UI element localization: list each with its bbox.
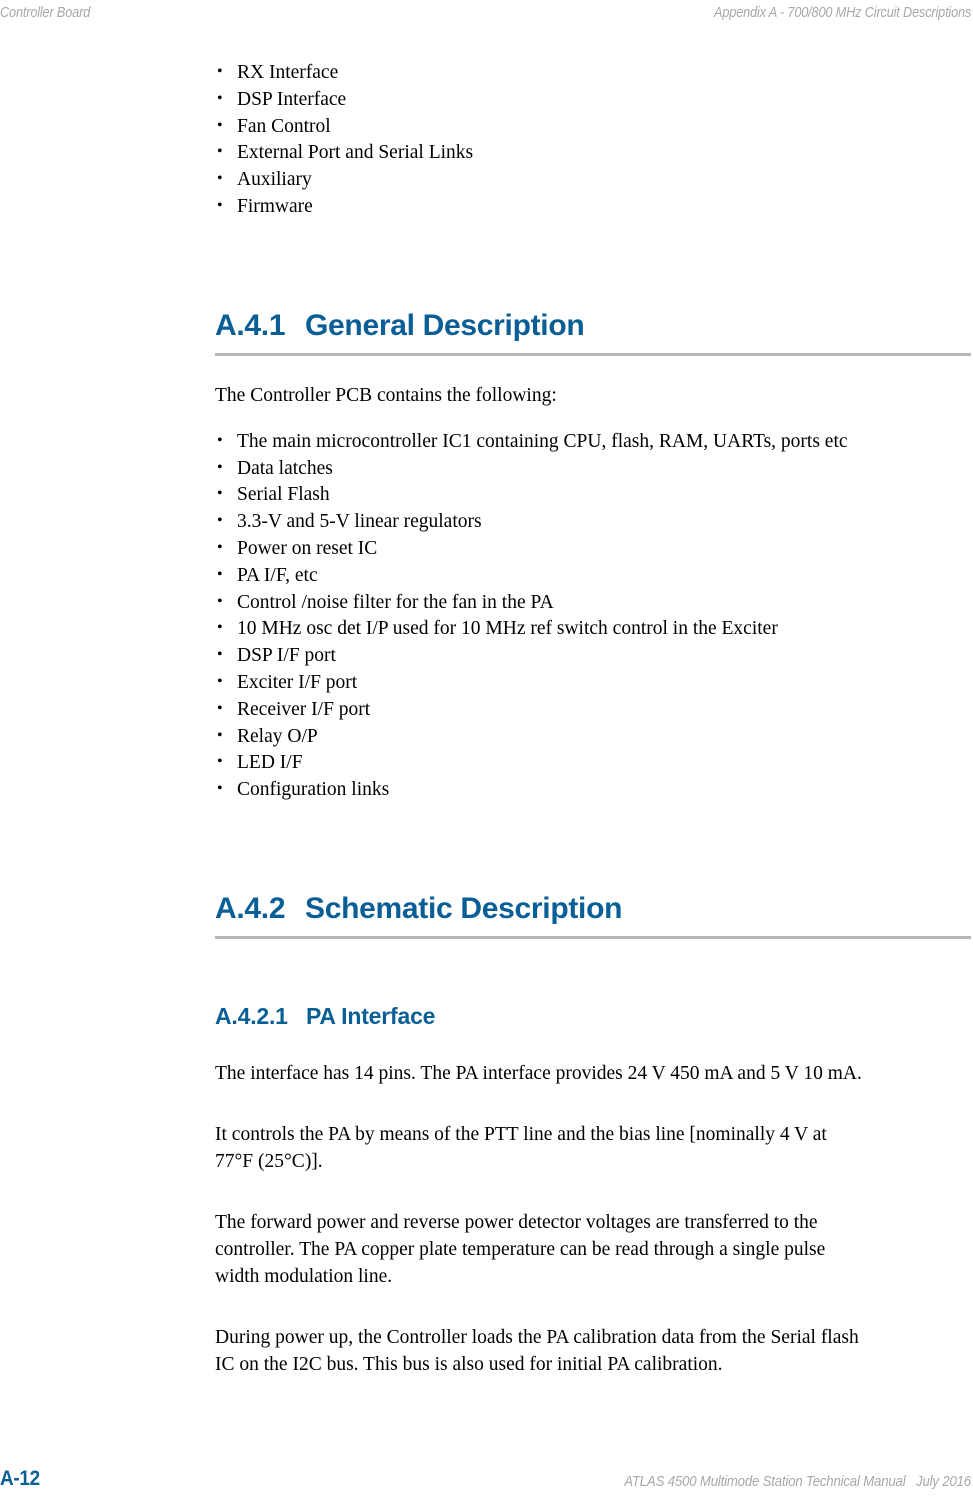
list-item: 3.3-V and 5-V linear regulators [215, 508, 971, 536]
list-item-label: Relay O/P [237, 725, 318, 747]
list-item: DSP I/F port [215, 642, 971, 670]
paragraph-line: controller. The PA copper plate temperat… [215, 1238, 826, 1260]
list-item-label: Serial Flash [237, 484, 330, 506]
top-feature-list: RX Interface DSP Interface Fan Control E… [215, 59, 971, 221]
list-item: Configuration links [215, 776, 971, 804]
controller-pcb-contents-list: The main microcontroller IC1 containing … [215, 428, 971, 804]
list-item-label: PA I/F, etc [237, 564, 318, 586]
paragraph-power-up-calibration: During power up, the Controller loads th… [215, 1324, 971, 1378]
paragraph-line: IC on the I2C bus. This bus is also used… [215, 1353, 723, 1375]
list-item-label: Auxiliary [237, 169, 312, 191]
list-item: Exciter I/F port [215, 669, 971, 697]
paragraph-ptt-bias-line: It controls the PA by means of the PTT l… [215, 1121, 971, 1175]
list-item-label: 3.3-V and 5-V linear regulators [237, 511, 482, 533]
section-title: Schematic Description [305, 891, 623, 925]
list-item: Auxiliary [215, 166, 971, 194]
list-item-label: Firmware [237, 195, 313, 217]
list-item-label: Data latches [237, 457, 333, 479]
list-item-label: The main microcontroller IC1 containing … [237, 430, 848, 452]
list-item: DSP Interface [215, 86, 971, 114]
paragraph-line: The interface has 14 pins. The PA interf… [215, 1062, 862, 1084]
list-item: Fan Control [215, 113, 971, 141]
running-header: Controller Board Appendix A - 700/800 MH… [0, 5, 973, 27]
general-description-intro: The Controller PCB contains the followin… [215, 384, 557, 406]
list-item-label: Fan Control [237, 115, 331, 137]
list-item: Power on reset IC [215, 535, 971, 563]
section-number: A.4.2 [215, 891, 286, 925]
document-page: Controller Board Appendix A - 700/800 MH… [0, 0, 973, 1499]
list-item-label: Control /noise filter for the fan in the… [237, 591, 554, 613]
list-item: PA I/F, etc [215, 562, 971, 590]
section-heading-schematic-description: A.4.2 Schematic Description [215, 892, 971, 926]
paragraph-line: The forward power and reverse power dete… [215, 1211, 818, 1233]
paragraph-line: 77°F (25°C)]. [215, 1150, 323, 1172]
list-item-label: 10 MHz osc det I/P used for 10 MHz ref s… [237, 618, 778, 640]
list-item: The main microcontroller IC1 containing … [215, 428, 971, 456]
list-item: 10 MHz osc det I/P used for 10 MHz ref s… [215, 615, 971, 643]
section-title: General Description [305, 308, 585, 342]
list-item-label: DSP I/F port [237, 645, 336, 667]
list-item-label: RX Interface [237, 62, 339, 83]
list-item-label: Power on reset IC [237, 537, 378, 559]
list-item: Relay O/P [215, 723, 971, 751]
list-item-label: Exciter I/F port [237, 671, 358, 693]
list-item: Serial Flash [215, 481, 971, 509]
paragraph-line: width modulation line. [215, 1265, 393, 1287]
running-header-right: Appendix A - 700/800 MHz Circuit Descrip… [713, 5, 971, 21]
list-item-label: Configuration links [237, 779, 390, 801]
subsection-heading-pa-interface: A.4.2.1 PA Interface [215, 1003, 971, 1030]
running-header-left: Controller Board [0, 5, 91, 21]
list-item: RX Interface [215, 59, 971, 87]
footer-manual-title: ATLAS 4500 Multimode Station Technical M… [624, 1473, 906, 1490]
page-footer: A-12 ATLAS 4500 Multimode Station Techni… [0, 1465, 973, 1491]
list-item-label: LED I/F [237, 752, 303, 774]
footer-date: July 2016 [916, 1473, 971, 1490]
list-item: External Port and Serial Links [215, 139, 971, 167]
subsection-title: PA Interface [306, 1002, 436, 1029]
list-item-label: Receiver I/F port [237, 698, 371, 720]
list-item: LED I/F [215, 749, 971, 777]
list-item: Receiver I/F port [215, 696, 971, 724]
paragraph-power-detector-voltages: The forward power and reverse power dete… [215, 1209, 971, 1290]
list-item: Data latches [215, 455, 971, 483]
list-item: Control /noise filter for the fan in the… [215, 589, 971, 617]
list-item: Firmware [215, 193, 971, 221]
section-heading-general-description: A.4.1 General Description [215, 309, 971, 343]
footer-page-number: A-12 [0, 1467, 40, 1490]
paragraph-interface-pins: The interface has 14 pins. The PA interf… [215, 1060, 971, 1087]
subsection-number: A.4.2.1 [215, 1002, 288, 1029]
list-item-label: DSP Interface [237, 88, 347, 110]
page-content: RX Interface DSP Interface Fan Control E… [215, 59, 971, 1378]
paragraph-line: It controls the PA by means of the PTT l… [215, 1123, 827, 1145]
list-item-label: External Port and Serial Links [237, 142, 474, 164]
paragraph-line: During power up, the Controller loads th… [215, 1326, 859, 1348]
section-number: A.4.1 [215, 308, 286, 342]
footer-right: ATLAS 4500 Multimode Station Technical M… [624, 1473, 971, 1490]
